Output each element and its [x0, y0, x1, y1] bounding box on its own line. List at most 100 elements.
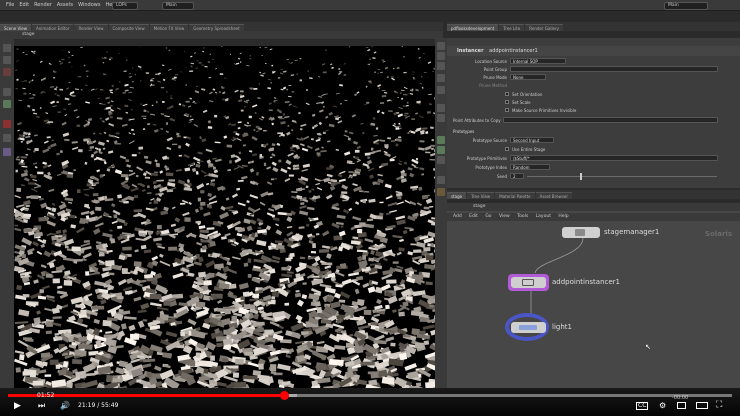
volume-icon[interactable]: 🔊 [60, 401, 70, 410]
background-icon[interactable] [437, 156, 445, 164]
seed-slider-handle[interactable] [580, 173, 582, 180]
param-label: Point Group [483, 67, 507, 72]
tab-tree-lite[interactable]: Tree Lite [499, 24, 525, 31]
net-menu-edit[interactable]: Edit [469, 214, 478, 219]
menu-file[interactable]: File [6, 2, 14, 8]
tab-animation-editor[interactable]: Animation Editor [31, 24, 74, 31]
node-light[interactable] [511, 322, 546, 333]
instanced-object [402, 55, 405, 58]
wireframe-icon[interactable] [437, 104, 445, 112]
prune-mode-menu[interactable]: None [510, 74, 546, 80]
net-menu-add[interactable]: Add [453, 214, 462, 219]
tab-scene-view[interactable]: Scene View [0, 24, 31, 31]
tab-material-palette[interactable]: Material Palette [495, 192, 535, 199]
desktop-selector[interactable]: Main [162, 2, 194, 10]
net-menu-help[interactable]: Help [558, 214, 568, 219]
instanced-object [102, 232, 113, 238]
point-group-field[interactable] [510, 66, 718, 72]
tab-parameters[interactable]: pdflooksdevelopment [447, 24, 499, 31]
grid-icon[interactable] [437, 176, 445, 184]
net-menu-go[interactable]: Go [485, 214, 491, 219]
instanced-object [142, 128, 146, 130]
instanced-object [192, 101, 197, 104]
tab-composite-view[interactable]: Composite View [108, 24, 149, 31]
pose-tool-icon[interactable] [3, 88, 11, 96]
context-selector[interactable]: LOPs [112, 2, 138, 10]
node-stagemanager[interactable] [562, 227, 600, 238]
instanced-object [314, 147, 320, 152]
theater-mode-icon[interactable] [696, 402, 708, 409]
tab-network-path[interactable]: stage [447, 192, 467, 199]
play-button[interactable]: ▶ [14, 401, 21, 411]
net-menu-layout[interactable]: Layout [536, 214, 551, 219]
right-desktop-selector[interactable]: Main [664, 2, 708, 10]
progress-scrubber[interactable] [280, 391, 290, 400]
node-label[interactable]: stagemanager1 [604, 228, 659, 236]
lighting-icon[interactable] [437, 136, 445, 144]
display-options-icon[interactable] [437, 42, 445, 50]
net-menu-view[interactable]: View [499, 214, 510, 219]
instanced-object [280, 88, 284, 91]
tab-geometry-spreadsheet[interactable]: Geometry Spreadsheet [189, 24, 244, 31]
move-tool-icon[interactable] [3, 56, 11, 64]
tab-motion-fx-view[interactable]: Motion FX View [149, 24, 189, 31]
points-icon[interactable] [437, 114, 445, 122]
use-entire-stage-checkbox[interactable] [505, 147, 509, 151]
node-label[interactable]: light1 [552, 323, 572, 331]
handle-tool-icon[interactable] [3, 68, 11, 76]
instanced-object [179, 202, 186, 205]
instanced-object [193, 156, 201, 162]
menu-windows[interactable]: Windows [78, 2, 100, 8]
captions-button[interactable]: CC [636, 402, 649, 410]
fullscreen-icon[interactable]: ⛶ [716, 400, 722, 410]
tab-render-gallery[interactable]: Render Gallery [525, 24, 564, 31]
instanced-object [173, 79, 176, 81]
shading-icon[interactable] [437, 86, 445, 94]
tab-tree-view[interactable]: Tree View [467, 192, 495, 199]
ghost-icon[interactable] [437, 52, 445, 60]
menu-render[interactable]: Render [34, 2, 52, 8]
section-label[interactable]: Prototypes [453, 128, 474, 135]
make-invisible-checkbox[interactable] [505, 108, 509, 112]
node-name-label[interactable]: addpointinstancer1 [489, 48, 538, 54]
progress-bar[interactable] [8, 394, 732, 397]
prototype-primitives-field[interactable]: /$Stuff/* [510, 155, 718, 161]
menu-edit[interactable]: Edit [19, 2, 29, 8]
light-tool-icon[interactable] [3, 148, 11, 156]
next-button[interactable]: ⏭ [38, 401, 45, 411]
point-attributes-field[interactable] [503, 117, 718, 123]
instanced-object [43, 250, 52, 258]
menu-assets[interactable]: Assets [57, 2, 73, 8]
tab-render-view[interactable]: Render View [74, 24, 108, 31]
brush-icon[interactable] [3, 134, 11, 142]
prototype-index-menu[interactable]: Random [510, 164, 550, 170]
node-addpointinstancer[interactable] [511, 277, 546, 288]
viewport-path[interactable]: stage [22, 32, 35, 37]
instanced-object [344, 130, 348, 133]
node-label[interactable]: addpointinstancer1 [552, 278, 620, 286]
instanced-object [163, 300, 171, 306]
lock-camera-icon[interactable] [437, 62, 445, 70]
select-tool-icon[interactable] [3, 44, 11, 52]
view-tool-icon[interactable] [3, 100, 11, 108]
tab-asset-browser[interactable]: Asset Browser [535, 192, 573, 199]
instanced-object [271, 122, 275, 126]
instanced-object [254, 112, 257, 114]
render-icon[interactable] [437, 188, 445, 196]
seed-field[interactable]: 2 [510, 173, 524, 179]
seed-slider[interactable] [527, 176, 717, 177]
shadows-icon[interactable] [437, 146, 445, 154]
set-orientation-checkbox[interactable] [505, 92, 509, 96]
viewport[interactable] [14, 46, 435, 388]
location-source-menu[interactable]: Internal SOP [510, 58, 566, 64]
instanced-object [50, 100, 56, 105]
network-path[interactable]: stage [473, 204, 486, 209]
magnet-icon[interactable] [3, 120, 11, 128]
camera-icon[interactable] [437, 74, 445, 82]
settings-icon[interactable]: ⚙ [659, 401, 666, 410]
set-scale-checkbox[interactable] [505, 100, 509, 104]
instanced-object [274, 97, 277, 99]
prototype-source-menu[interactable]: Second Input [510, 137, 554, 143]
net-menu-tools[interactable]: Tools [517, 214, 528, 219]
miniplayer-icon[interactable] [677, 402, 686, 409]
